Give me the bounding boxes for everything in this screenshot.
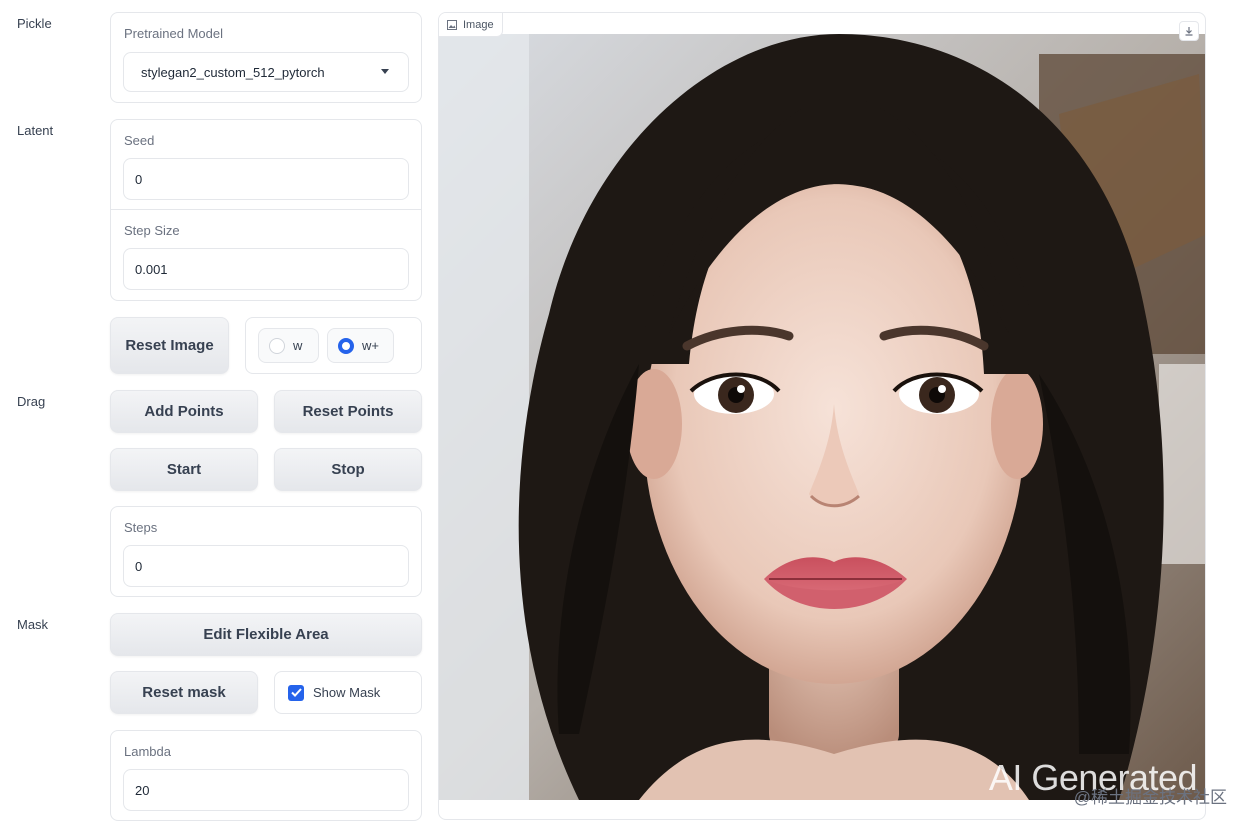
add-points-button[interactable]: Add Points — [110, 390, 258, 433]
stop-button[interactable]: Stop — [274, 448, 422, 491]
generated-portrait-image[interactable] — [439, 34, 1206, 800]
latent-space-radio-group: w w+ — [245, 317, 422, 374]
image-tab-label: Image — [463, 18, 494, 31]
section-label-mask: Mask — [17, 617, 49, 632]
lambda-label: Lambda — [124, 744, 171, 759]
steps-input[interactable]: 0 — [123, 545, 409, 587]
seed-label: Seed — [124, 133, 155, 148]
show-mask-label: Show Mask — [313, 685, 381, 700]
radio-option-w-plus[interactable]: w+ — [327, 328, 394, 363]
pretrained-model-panel: Pretrained Model stylegan2_custom_512_py… — [110, 12, 422, 103]
lambda-input[interactable]: 20 — [123, 769, 409, 811]
step-size-input[interactable]: 0.001 — [123, 248, 409, 290]
image-panel: Image AI Generated — [438, 12, 1206, 820]
credit-watermark: @稀土掘金技术社区 — [1073, 788, 1227, 807]
divider — [111, 209, 421, 210]
image-tab: Image — [439, 13, 503, 37]
section-label-drag: Drag — [17, 394, 46, 409]
pretrained-model-label: Pretrained Model — [124, 26, 223, 41]
download-button[interactable] — [1179, 21, 1199, 41]
reset-points-button[interactable]: Reset Points — [274, 390, 422, 433]
start-button[interactable]: Start — [110, 448, 258, 491]
section-label-latent: Latent — [17, 123, 54, 138]
radio-label-w: w — [293, 338, 303, 353]
show-mask-checkbox-group[interactable]: Show Mask — [274, 671, 422, 714]
steps-panel: Steps 0 — [110, 506, 422, 597]
edit-flexible-area-button[interactable]: Edit Flexible Area — [110, 613, 422, 656]
pretrained-model-dropdown[interactable]: stylegan2_custom_512_pytorch — [123, 52, 409, 92]
pretrained-model-value: stylegan2_custom_512_pytorch — [141, 64, 325, 80]
reset-image-button[interactable]: Reset Image — [110, 317, 229, 374]
radio-option-w[interactable]: w — [258, 328, 319, 363]
latent-panel: Seed 0 Step Size 0.001 — [110, 119, 422, 301]
lambda-panel: Lambda 20 — [110, 730, 422, 821]
download-icon — [1185, 27, 1193, 36]
steps-label: Steps — [124, 520, 158, 535]
check-icon — [290, 688, 302, 697]
radio-label-w-plus: w+ — [362, 338, 379, 353]
reset-mask-button[interactable]: Reset mask — [110, 671, 258, 714]
step-size-label: Step Size — [124, 223, 180, 238]
section-label-pickle: Pickle — [17, 16, 52, 31]
show-mask-checkbox[interactable] — [288, 684, 304, 701]
radio-button-w-plus[interactable] — [338, 337, 354, 354]
seed-input[interactable]: 0 — [123, 158, 409, 200]
radio-button-w[interactable] — [269, 337, 285, 354]
caret-down-icon — [381, 69, 389, 74]
image-icon — [447, 19, 457, 30]
